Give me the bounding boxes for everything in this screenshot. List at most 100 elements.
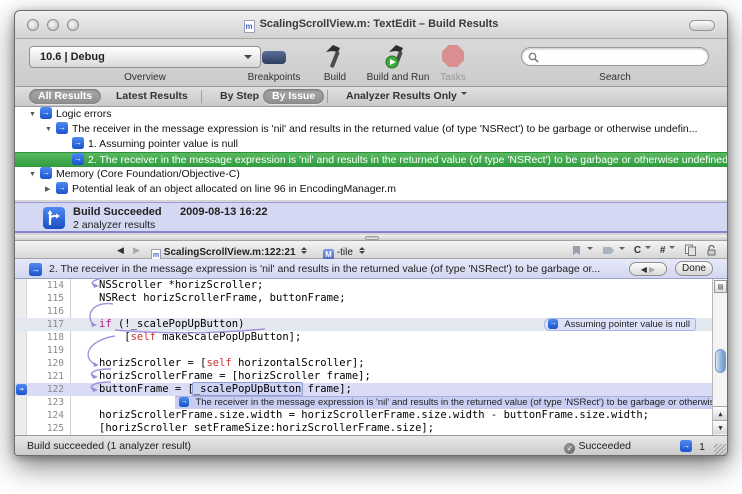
result-row[interactable]: ▼→Logic errors <box>15 107 727 122</box>
code-line-124[interactable]: 124horizScrollerFrame.size.width = horiz… <box>15 409 714 422</box>
method-popup[interactable]: M -tile <box>323 244 365 260</box>
overview-popup[interactable]: 10.6 | Debug <box>29 46 261 68</box>
build-label[interactable]: Build <box>315 72 355 83</box>
code-text: [self makeScalePopUpButton]; <box>99 331 301 344</box>
code-line-121[interactable]: 121horizScrollerFrame = [horizScroller f… <box>15 370 714 383</box>
line-number: 123 <box>28 396 64 409</box>
lock-icon[interactable] <box>706 244 717 257</box>
disclosure-closed-icon[interactable]: ▶ <box>45 182 56 197</box>
status-bar: Build succeeded (1 analyzer result) ✓Suc… <box>15 435 727 456</box>
build-succeeded-banner[interactable]: Build Succeeded 2009-08-13 16:22 2 analy… <box>15 202 727 233</box>
filter-divider <box>327 90 328 103</box>
code-line-114[interactable]: 114 NSScroller *horizScroller; <box>15 279 714 292</box>
inline-issue-annotation[interactable]: → The receiver in the message expression… <box>175 396 714 409</box>
code-text: horizScrollerFrame.size.width = horizScr… <box>99 409 649 422</box>
scroll-down-icon[interactable]: ▼ <box>713 420 727 434</box>
done-button[interactable]: Done <box>675 261 713 276</box>
search-label: Search <box>521 72 709 83</box>
search-icon <box>528 52 539 63</box>
result-row[interactable]: ▼→Memory (Core Foundation/Objective-C) <box>15 167 727 182</box>
build-and-run-hammer-icon[interactable] <box>381 43 413 71</box>
code-line-119[interactable]: 119 <box>15 344 714 357</box>
filter-latest-results[interactable]: Latest Results <box>107 89 197 104</box>
issue-prev-next-buttons[interactable]: ◀ ▶ <box>629 262 667 276</box>
breakpoints-menu-icon[interactable] <box>602 245 625 257</box>
analyzer-icon: → <box>56 122 68 134</box>
result-label: Potential leak of an object allocated on… <box>72 183 396 195</box>
bookmarks-menu-icon[interactable] <box>571 245 593 257</box>
overview-label: Overview <box>29 72 261 83</box>
code-text: NSRect horizScrollerFrame, buttonFrame; <box>99 292 346 305</box>
analyzer-icon: → <box>29 263 42 276</box>
code-line-115[interactable]: 115 NSRect horizScrollerFrame, buttonFram… <box>15 292 714 305</box>
code-editor[interactable]: 114 NSScroller *horizScroller; 115 NSRect h… <box>15 279 727 435</box>
filter-by-step[interactable]: By Step <box>211 89 268 104</box>
search-input[interactable] <box>521 47 709 66</box>
code-line-122[interactable]: 122→buttonFrame = [_scalePopUpButton fra… <box>15 383 714 396</box>
build-results-list: ▼→Logic errors▼→The receiver in the mess… <box>15 107 727 200</box>
line-number: 114 <box>28 279 64 292</box>
popup-stepper-icon <box>301 244 307 257</box>
analyzer-icon: → <box>56 182 68 194</box>
editor-scrollbar[interactable]: ▤ ▲ ▼ <box>712 279 727 435</box>
scroll-up-icon[interactable]: ▲ <box>713 406 727 420</box>
build-status-title: Build Succeeded <box>73 206 162 218</box>
code-text: horizScroller = [self horizontalScroller… <box>99 357 365 370</box>
toolbar: 10.6 | Debug Overview Breakpoints Build … <box>15 39 727 87</box>
split-editor-icon[interactable]: ▤ <box>714 280 727 293</box>
filter-all-results[interactable]: All Results <box>29 89 101 104</box>
disclosure-open-icon[interactable]: ▼ <box>29 107 40 122</box>
result-row[interactable]: →2. The receiver in the message expressi… <box>15 152 727 167</box>
code-line-123[interactable]: 123 → The receiver in the message express… <box>15 396 714 409</box>
history-forward-button: ▶ <box>133 244 140 256</box>
counterpart-pages-icon[interactable] <box>684 244 697 257</box>
line-number: 115 <box>28 292 64 305</box>
splitter-handle-icon[interactable] <box>365 236 379 240</box>
filter-analyzer-only[interactable]: Analyzer Results Only <box>337 89 476 104</box>
filter-bar: All Results Latest Results By Step By Is… <box>15 87 727 107</box>
toolbar-toggle-button[interactable] <box>689 20 715 31</box>
result-label: 1. Assuming pointer value is null <box>88 138 238 150</box>
scrollbar-thumb[interactable] <box>715 349 726 373</box>
counterparts-menu-icon[interactable]: C <box>634 245 651 257</box>
breakpoints-label[interactable]: Breakpoints <box>237 72 311 83</box>
line-number: 118 <box>28 331 64 344</box>
analyzer-icon: → <box>548 319 558 329</box>
analyzer-icon: → <box>40 167 52 179</box>
breakpoints-icon[interactable] <box>262 51 286 64</box>
tasks-stop-icon <box>442 45 464 67</box>
document-icon: m <box>244 20 255 33</box>
popup-arrow-icon <box>244 55 252 63</box>
result-row[interactable]: → 1. Assuming pointer value is null <box>15 137 727 152</box>
code-line-116[interactable]: 116 <box>15 305 714 318</box>
disclosure-open-icon[interactable]: ▼ <box>29 167 40 182</box>
next-issue-icon: ▶ <box>649 265 655 274</box>
line-number: 125 <box>28 422 64 435</box>
analyzer-icon: → <box>179 397 189 407</box>
prev-issue-icon: ◀ <box>641 265 647 274</box>
build-hammer-icon[interactable] <box>320 43 350 71</box>
analyzer-icon: → <box>72 137 84 149</box>
inline-note-annotation[interactable]: → Assuming pointer value is null <box>544 318 696 331</box>
check-circle-icon: ✓ <box>564 443 575 454</box>
code-line-118[interactable]: 118 [self makeScalePopUpButton]; <box>15 331 714 344</box>
code-line-120[interactable]: 120horizScroller = [self horizontalScrol… <box>15 357 714 370</box>
filter-by-issue[interactable]: By Issue <box>263 89 324 104</box>
disclosure-open-icon[interactable]: ▼ <box>45 122 56 137</box>
resize-grip-icon[interactable] <box>714 444 726 456</box>
title-bar[interactable]: mScalingScrollView.m: TextEdit – Build R… <box>15 11 727 39</box>
analyzer-count-indicator[interactable]: → 1 <box>680 440 705 453</box>
result-row[interactable]: ▶→ Potential leak of an object allocated … <box>15 182 727 197</box>
line-number-menu-icon[interactable]: # <box>660 245 676 257</box>
code-text: NSScroller *horizScroller; <box>99 279 263 292</box>
history-back-button[interactable]: ◀ <box>117 244 124 256</box>
analyzer-icon: → <box>40 107 52 119</box>
code-text: if (!_scalePopUpButton) <box>99 318 244 331</box>
code-line-117[interactable]: 117if (!_scalePopUpButton)→ Assuming poi… <box>15 318 714 331</box>
code-line-125[interactable]: 125[horizScroller setFrameSize:horizScro… <box>15 422 714 435</box>
line-number: 122 <box>28 383 64 396</box>
line-number: 119 <box>28 344 64 357</box>
succeeded-indicator[interactable]: ✓Succeeded <box>564 440 631 454</box>
tasks-label: Tasks <box>429 72 477 83</box>
result-row[interactable]: ▼→The receiver in the message expression… <box>15 122 727 137</box>
